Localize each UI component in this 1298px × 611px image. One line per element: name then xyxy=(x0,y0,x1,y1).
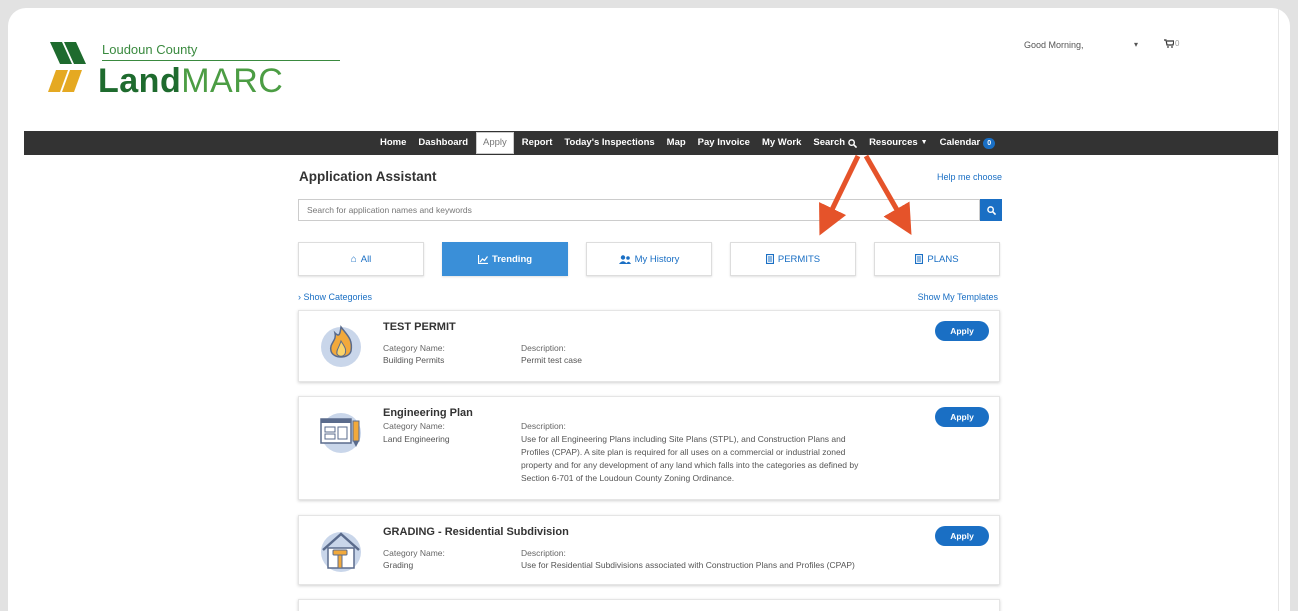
nav-map[interactable]: Map xyxy=(661,131,692,155)
calendar-badge: 0 xyxy=(983,137,996,149)
browser-frame: Loudoun County LandMARC Good Morning, ▾ … xyxy=(8,8,1290,611)
category-value: Land Engineering xyxy=(383,434,450,444)
tab-plans[interactable]: PLANS xyxy=(874,242,1000,276)
category-label: Category Name: xyxy=(383,343,445,353)
logo-county: Loudoun County xyxy=(102,42,198,57)
apply-button[interactable]: Apply xyxy=(935,321,989,341)
search-icon xyxy=(848,138,858,148)
fire-icon xyxy=(321,325,361,367)
application-card: Engineering Plan Category Name: Land Eng… xyxy=(298,396,1000,500)
cart-icon xyxy=(1164,39,1174,48)
search-icon xyxy=(986,205,996,215)
card-title: TEST PERMIT xyxy=(383,321,456,333)
tab-trending-label: Trending xyxy=(491,253,533,265)
home-icon: ⌂ xyxy=(350,253,357,265)
application-card: TEST PERMIT Category Name: Building Perm… xyxy=(298,310,1000,382)
search-button[interactable] xyxy=(980,199,1002,221)
application-card xyxy=(298,599,1000,611)
user-dropdown[interactable]: ▾ xyxy=(1134,40,1138,49)
category-label: Category Name: xyxy=(383,421,445,431)
tab-my-history[interactable]: My History xyxy=(586,242,712,276)
apply-button[interactable]: Apply xyxy=(935,407,989,427)
main-nav: Home Dashboard Apply Report Today's Insp… xyxy=(24,131,1278,155)
tab-plans-label: PLANS xyxy=(927,253,959,265)
nav-dashboard[interactable]: Dashboard xyxy=(412,131,474,155)
nav-apply[interactable]: Apply xyxy=(476,132,514,154)
tab-all[interactable]: ⌂ All xyxy=(298,242,424,276)
cart-button[interactable]: 0 xyxy=(1164,39,1179,48)
tab-my-history-label: My History xyxy=(634,253,680,265)
nav-calendar-label: Calendar xyxy=(939,137,981,148)
caret-down-icon: ▼ xyxy=(920,139,928,146)
nav-calendar[interactable]: Calendar 0 xyxy=(934,131,1002,155)
document-icon xyxy=(915,254,924,264)
search-bar xyxy=(298,199,1002,221)
scrollbar-track[interactable] xyxy=(1278,8,1290,611)
description-line: Use for Residential Subdivisions associa… xyxy=(521,560,855,570)
tab-all-label: All xyxy=(360,253,372,265)
application-card: GRADING - Residential Subdivision Catego… xyxy=(298,515,1000,585)
help-me-choose-link[interactable]: Help me choose xyxy=(937,172,1002,182)
description-label: Description: xyxy=(521,343,566,353)
apply-button[interactable]: Apply xyxy=(935,526,989,546)
nav-report[interactable]: Report xyxy=(516,131,559,155)
landmarc-logo[interactable]: Loudoun County LandMARC xyxy=(48,40,340,110)
nav-resources-label: Resources xyxy=(869,137,918,148)
nav-pay-invoice[interactable]: Pay Invoice xyxy=(692,131,756,155)
nav-home[interactable]: Home xyxy=(374,131,412,155)
show-categories-link[interactable]: › Show Categories xyxy=(298,292,372,302)
description-label: Description: xyxy=(521,421,566,431)
house-hammer-icon xyxy=(321,532,361,572)
chart-icon xyxy=(477,254,488,264)
card-title: Engineering Plan xyxy=(383,407,473,419)
logo-brand: LandMARC xyxy=(98,62,284,100)
category-value: Grading xyxy=(383,560,414,570)
nav-my-work[interactable]: My Work xyxy=(756,131,807,155)
application-search-input[interactable] xyxy=(298,199,980,221)
page-title: Application Assistant xyxy=(299,169,437,184)
document-icon xyxy=(765,254,774,264)
greeting-text: Good Morning, xyxy=(1024,40,1084,50)
category-label: Category Name: xyxy=(383,548,445,558)
description-line: property and for any development of any … xyxy=(521,460,859,470)
nav-search-label: Search xyxy=(813,137,846,148)
filter-tabs: ⌂ All Trending My History PERMITS PLANS xyxy=(298,242,1002,276)
tab-permits[interactable]: PERMITS xyxy=(730,242,856,276)
blueprint-icon xyxy=(320,413,361,453)
description-label: Description: xyxy=(521,548,566,558)
show-my-templates-link[interactable]: Show My Templates xyxy=(918,292,998,302)
tab-permits-label: PERMITS xyxy=(777,253,821,265)
description-line: Use for all Engineering Plans including … xyxy=(521,434,846,444)
tab-trending[interactable]: Trending xyxy=(442,242,568,276)
card-title: GRADING - Residential Subdivision xyxy=(383,526,569,538)
logo-mark-icon xyxy=(48,42,86,92)
nav-todays-inspections[interactable]: Today's Inspections xyxy=(558,131,660,155)
cart-count: 0 xyxy=(1175,39,1180,48)
description-line: Profiles (CPAP). A site plan is required… xyxy=(521,447,846,457)
description-line: Permit test case xyxy=(521,355,582,365)
users-icon xyxy=(618,254,631,264)
description-line: Section 6-701 of the Loudoun County Zoni… xyxy=(521,473,735,483)
category-value: Building Permits xyxy=(383,355,445,365)
nav-search[interactable]: Search xyxy=(807,131,863,155)
nav-resources[interactable]: Resources ▼ xyxy=(863,131,934,155)
logo-rule xyxy=(102,60,340,61)
